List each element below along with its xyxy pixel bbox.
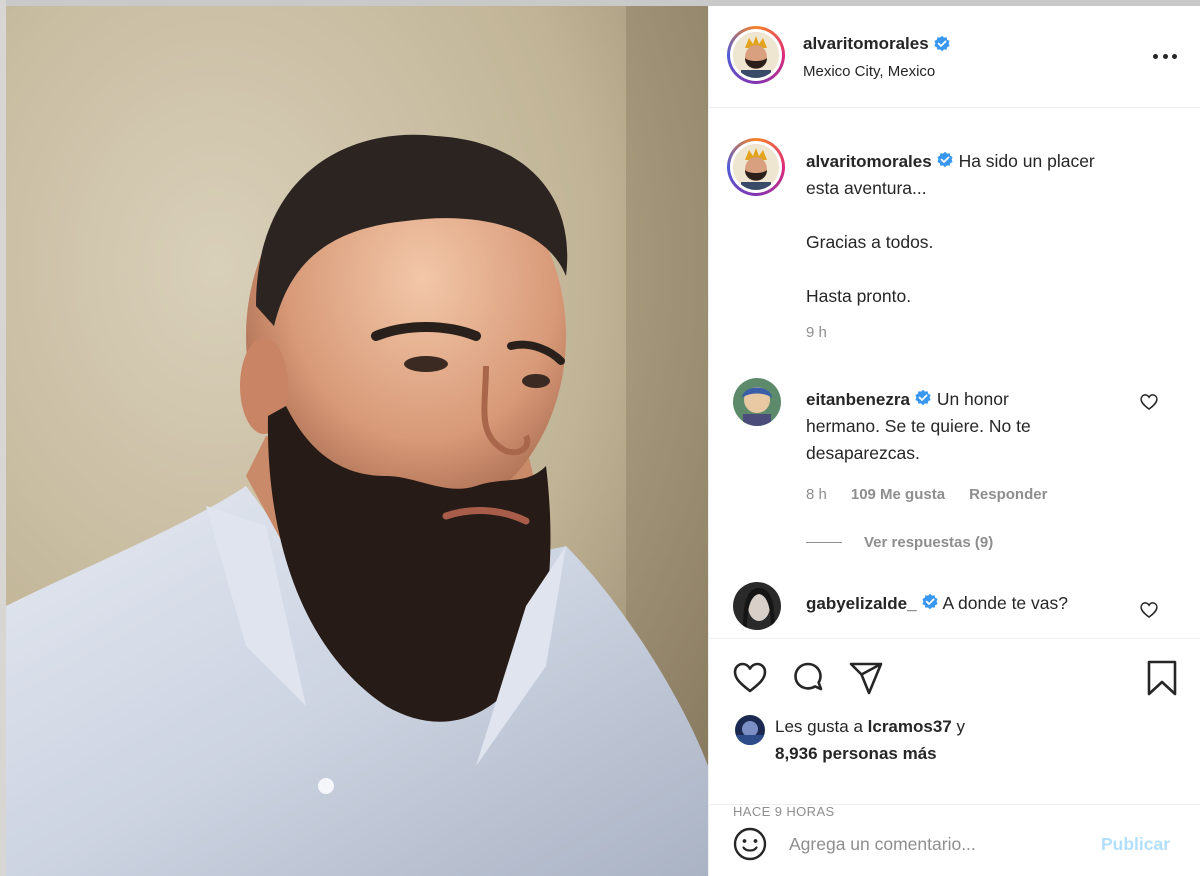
comment-meta: 8 h 109 Me gusta Responder — [806, 486, 1047, 503]
dot — [1162, 53, 1168, 59]
post-photo[interactable] — [6, 6, 708, 876]
verified-badge-icon — [937, 151, 953, 168]
add-comment-bar: Publicar — [709, 804, 1200, 876]
heart-icon[interactable] — [731, 659, 769, 697]
replies-divider — [806, 542, 842, 543]
caption-timestamp[interactable]: 9 h — [806, 324, 827, 341]
comment-line-3: desaparezcas. — [806, 443, 920, 463]
caption-author-avatar[interactable] — [727, 138, 785, 196]
liker-avatar-image — [735, 715, 765, 745]
publish-button[interactable]: Publicar — [1101, 834, 1170, 855]
comment-icon[interactable] — [789, 659, 827, 697]
comment-line-1: A donde te vas? — [942, 593, 1068, 613]
like-comment-heart-icon[interactable] — [1139, 600, 1159, 620]
dot — [1172, 53, 1177, 59]
liker-avatar[interactable] — [735, 715, 765, 745]
commenter-avatar-image — [733, 378, 781, 426]
likes-prefix: Les gusta a — [775, 717, 863, 736]
verified-badge-icon — [934, 35, 950, 52]
portrait-illustration — [6, 6, 708, 876]
caption-line-1: Ha sido un placer — [958, 151, 1095, 171]
caption-paragraph-3: Hasta pronto. — [806, 286, 912, 306]
comment-text: gabyelizalde_ A donde te vas? — [806, 590, 1141, 617]
like-comment-heart-icon[interactable] — [1139, 392, 1159, 412]
dot — [1153, 53, 1158, 59]
comment-line-2: hermano. Se te quiere. No te — [806, 416, 1031, 436]
emoji-icon[interactable] — [731, 825, 769, 863]
caption-avatar-image — [733, 144, 779, 190]
caption-text: alvaritomorales Ha sido un placer esta a… — [806, 148, 1156, 310]
commenter-username[interactable]: eitanbenezra — [806, 390, 910, 409]
commenter-avatar[interactable] — [733, 378, 781, 426]
author-avatar[interactable] — [727, 26, 785, 84]
caption-line-2: esta aventura... — [806, 178, 927, 198]
likes-text: Les gusta a lcramos37 y 8,936 personas m… — [775, 713, 965, 767]
caption-username[interactable]: alvaritomorales — [806, 152, 932, 171]
likes-summary: Les gusta a lcramos37 y 8,936 personas m… — [735, 713, 965, 767]
share-icon[interactable] — [847, 659, 885, 697]
more-options-icon[interactable] — [1153, 48, 1177, 64]
comment-input[interactable] — [789, 827, 1079, 861]
commenter-username[interactable]: gabyelizalde_ — [806, 594, 917, 613]
verified-badge-icon — [921, 593, 938, 610]
author-username[interactable]: alvaritomorales — [803, 34, 929, 54]
view-replies-label: Ver respuestas (9) — [864, 534, 994, 551]
comment-line-1: Un honor — [936, 389, 1009, 409]
caption-paragraph-2: Gracias a todos. — [806, 232, 934, 252]
comment-likes[interactable]: 109 Me gusta — [851, 486, 945, 503]
comment-time[interactable]: 8 h — [806, 486, 827, 503]
author-username-row: alvaritomorales — [803, 34, 951, 54]
bookmark-icon[interactable] — [1143, 659, 1181, 697]
likes-count[interactable]: 8,936 personas más — [775, 744, 937, 763]
liker-username[interactable]: lcramos37 — [868, 717, 952, 736]
post-details-panel: alvaritomorales Mexico City, Mexico alva… — [708, 6, 1200, 876]
author-avatar-image — [733, 32, 779, 78]
post-header: alvaritomorales Mexico City, Mexico — [709, 6, 1200, 108]
verified-badge-icon — [915, 389, 931, 406]
comment-text: eitanbenezra Un honor hermano. Se te qui… — [806, 386, 1141, 467]
likes-conjunction: y — [956, 717, 966, 736]
reply-button[interactable]: Responder — [969, 486, 1047, 503]
commenter-avatar-image — [733, 582, 781, 630]
commenter-avatar[interactable] — [733, 582, 781, 630]
post-location[interactable]: Mexico City, Mexico — [803, 63, 935, 80]
view-replies-button[interactable]: Ver respuestas (9) — [806, 534, 993, 551]
